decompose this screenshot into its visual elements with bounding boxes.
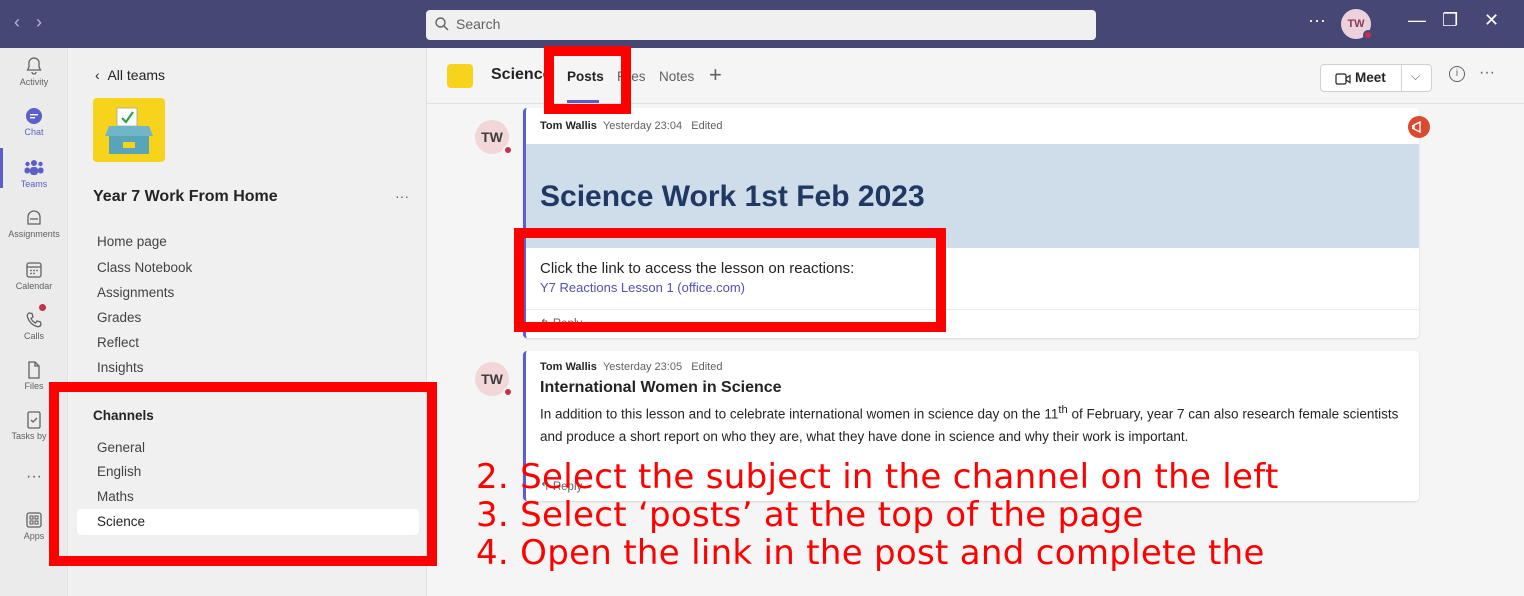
title-bar: ‹› Search ··· TW — ❐ ✕ (0, 0, 1524, 48)
history-nav[interactable]: ‹› (14, 12, 58, 33)
rail-item-assignments[interactable]: Assignments (0, 208, 68, 239)
chat-icon (26, 108, 42, 124)
team-link-insights[interactable]: Insights (97, 360, 144, 375)
tab-notes[interactable]: Notes (659, 69, 694, 84)
meet-label: Meet (1355, 70, 1386, 85)
post-time: Yesterday 23:05 (602, 361, 683, 373)
rail-label: Assignments (8, 229, 60, 239)
post-body-start: In addition to this lesson and to celebr… (540, 406, 1059, 422)
tasks-icon (27, 411, 41, 429)
post-author: Tom Wallis (540, 361, 597, 373)
maximize-icon[interactable]: ❐ (1442, 10, 1458, 31)
team-link-reflect[interactable]: Reflect (97, 335, 139, 350)
meet-button[interactable]: Meet ⌵ (1320, 64, 1432, 92)
meet-divider (1401, 65, 1402, 91)
video-camera-icon (1335, 73, 1351, 85)
post-title: International Women in Science (540, 379, 782, 396)
instruction-text: 2. Select the subject in the channel on … (476, 458, 1524, 572)
titlebar-more-icon[interactable]: ··· (1308, 10, 1326, 31)
teams-icon (24, 160, 44, 175)
phone-icon (26, 312, 42, 328)
calendar-icon (26, 262, 42, 278)
channel-team-icon (447, 64, 473, 88)
post-meta: Tom Wallis Yesterday 23:05 Edited (540, 361, 722, 373)
team-link-grades[interactable]: Grades (97, 310, 141, 325)
team-logo (93, 98, 165, 162)
ballot-box-icon (105, 107, 153, 154)
team-more-icon[interactable]: ··· (395, 188, 409, 204)
search-box[interactable]: Search (426, 10, 1096, 40)
annotation-box-channels (49, 382, 437, 566)
rail-label: Chat (24, 127, 44, 137)
close-icon[interactable]: ✕ (1484, 10, 1499, 31)
rail-item-calendar[interactable]: Calendar (0, 260, 68, 291)
post-meta: Tom Wallis Yesterday 23:04 Edited (540, 120, 722, 132)
team-link-notebook[interactable]: Class Notebook (97, 260, 192, 275)
back-label: All teams (107, 67, 166, 83)
search-placeholder: Search (456, 16, 501, 32)
rail-label: Teams (20, 179, 48, 189)
post-body-sup: th (1058, 404, 1068, 416)
instruction-step-3: 3. Select ‘posts’ at the top of the page (476, 495, 1144, 535)
post-time: Yesterday 23:04 (602, 120, 683, 132)
instruction-step-2: 2. Select the subject in the channel on … (476, 457, 1279, 497)
instruction-step-4: 4. Open the link in the post and complet… (476, 533, 1265, 573)
chevron-left-icon: ‹ (95, 67, 108, 83)
post-author: Tom Wallis (540, 120, 597, 132)
back-arrow-icon[interactable]: ‹ (14, 12, 36, 32)
info-icon[interactable]: i (1449, 66, 1465, 82)
team-link-assignments[interactable]: Assignments (97, 285, 174, 300)
rail-item-chat[interactable]: Chat (0, 106, 68, 137)
announcement-title: Science Work 1st Feb 2023 (540, 180, 925, 213)
post-edited: Edited (691, 120, 723, 132)
file-icon (28, 361, 40, 379)
add-tab-icon[interactable]: + (709, 62, 722, 88)
rail-item-calls[interactable]: Calls (0, 310, 68, 341)
bell-icon (26, 57, 42, 75)
minimize-icon[interactable]: — (1408, 10, 1426, 31)
presence-busy-icon (1363, 30, 1373, 40)
assignments-icon (27, 210, 41, 225)
header-more-icon[interactable]: ··· (1479, 64, 1495, 82)
rail-item-teams[interactable]: Teams (0, 158, 68, 189)
search-icon (435, 17, 449, 31)
post-body: In addition to this lesson and to celebr… (540, 399, 1415, 448)
annotation-box-lesson-link (514, 228, 946, 332)
annotation-box-posts-tab (544, 46, 631, 114)
forward-arrow-icon[interactable]: › (36, 12, 58, 32)
channel-name: Science (491, 66, 552, 83)
announcement-megaphone-icon (1408, 116, 1430, 138)
presence-busy-icon (503, 387, 513, 397)
rail-item-activity[interactable]: Activity (0, 56, 68, 87)
presence-busy-icon (503, 145, 513, 155)
post-edited: Edited (691, 361, 723, 373)
all-teams-link[interactable]: ‹ All teams (95, 67, 165, 83)
rail-label: Calls (23, 331, 44, 341)
rail-label: Activity (19, 77, 49, 87)
rail-label: Calendar (15, 281, 53, 291)
chevron-down-icon[interactable]: ⌵ (1411, 69, 1420, 84)
apps-icon (26, 512, 42, 528)
team-name: Year 7 Work From Home (93, 188, 278, 205)
team-link-home[interactable]: Home page (97, 234, 167, 249)
